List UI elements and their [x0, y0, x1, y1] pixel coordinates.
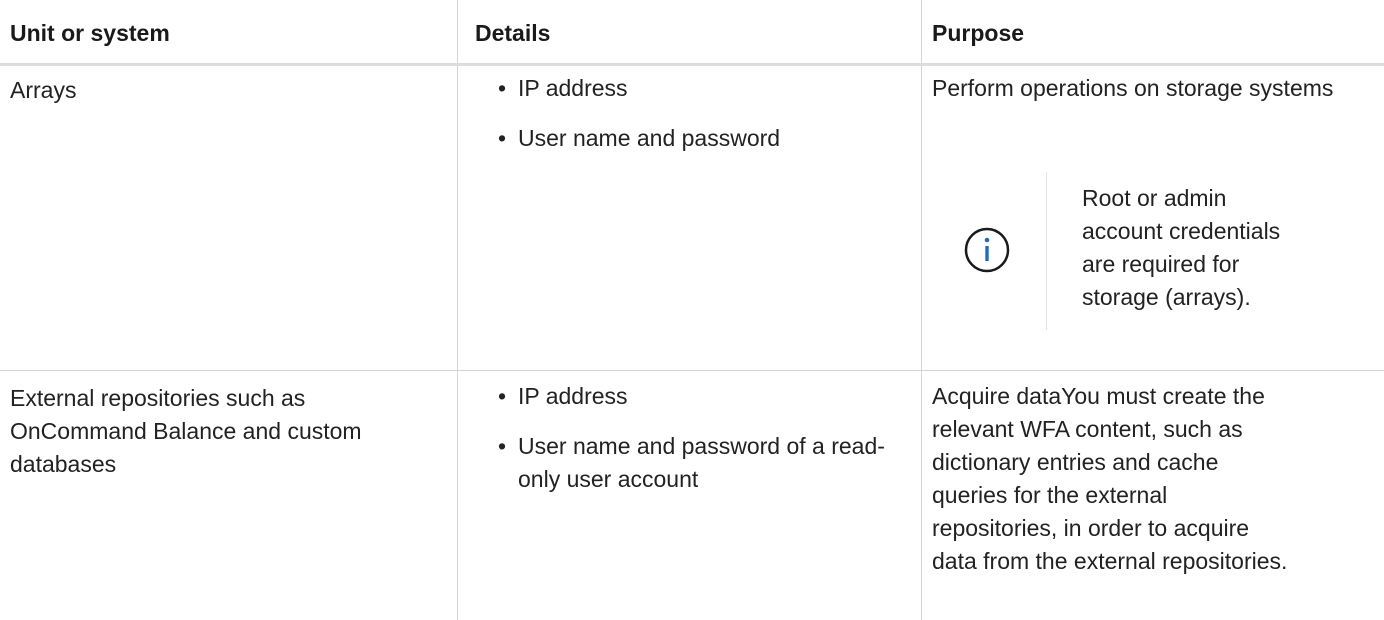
header-details: Details: [475, 20, 551, 46]
info-icon: [964, 227, 1010, 273]
bullet-icon: •: [498, 125, 507, 151]
header-unit-or-system: Unit or system: [10, 20, 170, 46]
bullet-icon: •: [498, 383, 507, 409]
column-divider-2: [921, 0, 922, 620]
note-line-2: account credentials: [1082, 218, 1281, 244]
row-2-unit: External repositories such as OnCommand …: [10, 382, 450, 481]
bullet-icon: •: [498, 75, 507, 101]
note-line-3: are required for: [1082, 251, 1240, 277]
row-2-unit-line-1: External repositories such as: [10, 385, 306, 411]
row-2-purpose-line-6: data from the external repositories.: [932, 548, 1288, 574]
row-1-detail-1-text: IP address: [518, 75, 628, 101]
row-2-detail-2-text: User name and password of a read-only us…: [518, 433, 885, 492]
header-purpose: Purpose: [932, 20, 1025, 46]
row-2-purpose-line-1: Acquire dataYou must create the: [932, 383, 1265, 409]
note-line-4: storage (arrays).: [1082, 284, 1251, 310]
requirements-table: Unit or system Details Purpose Arrays • …: [0, 0, 1384, 620]
column-divider-1: [457, 0, 458, 620]
row-2-unit-line-2: OnCommand Balance and custom: [10, 418, 362, 444]
row-2-purpose-line-5: repositories, in order to acquire: [932, 515, 1250, 541]
note-text: Root or admin account credentials are re…: [1082, 182, 1372, 314]
note-divider: [1046, 172, 1047, 330]
row-2-detail-1-text: IP address: [518, 383, 628, 409]
row-1-detail-2-text: User name and password: [518, 125, 781, 151]
row-2-purpose: Acquire dataYou must create the relevant…: [932, 380, 1382, 578]
row-2-purpose-line-2: relevant WFA content, such as: [932, 416, 1243, 442]
row-2-purpose-line-4: queries for the external: [932, 482, 1168, 508]
row-2-unit-line-3: databases: [10, 451, 117, 477]
row-2-purpose-line-3: dictionary entries and cache: [932, 449, 1219, 475]
row-1-purpose: Perform operations on storage systems: [932, 75, 1334, 101]
note-line-1: Root or admin: [1082, 185, 1227, 211]
row-1-unit: Arrays: [10, 77, 77, 103]
row-divider: [0, 370, 1384, 371]
bullet-icon: •: [498, 433, 507, 459]
table-header-row: Unit or system Details Purpose: [0, 0, 1384, 66]
